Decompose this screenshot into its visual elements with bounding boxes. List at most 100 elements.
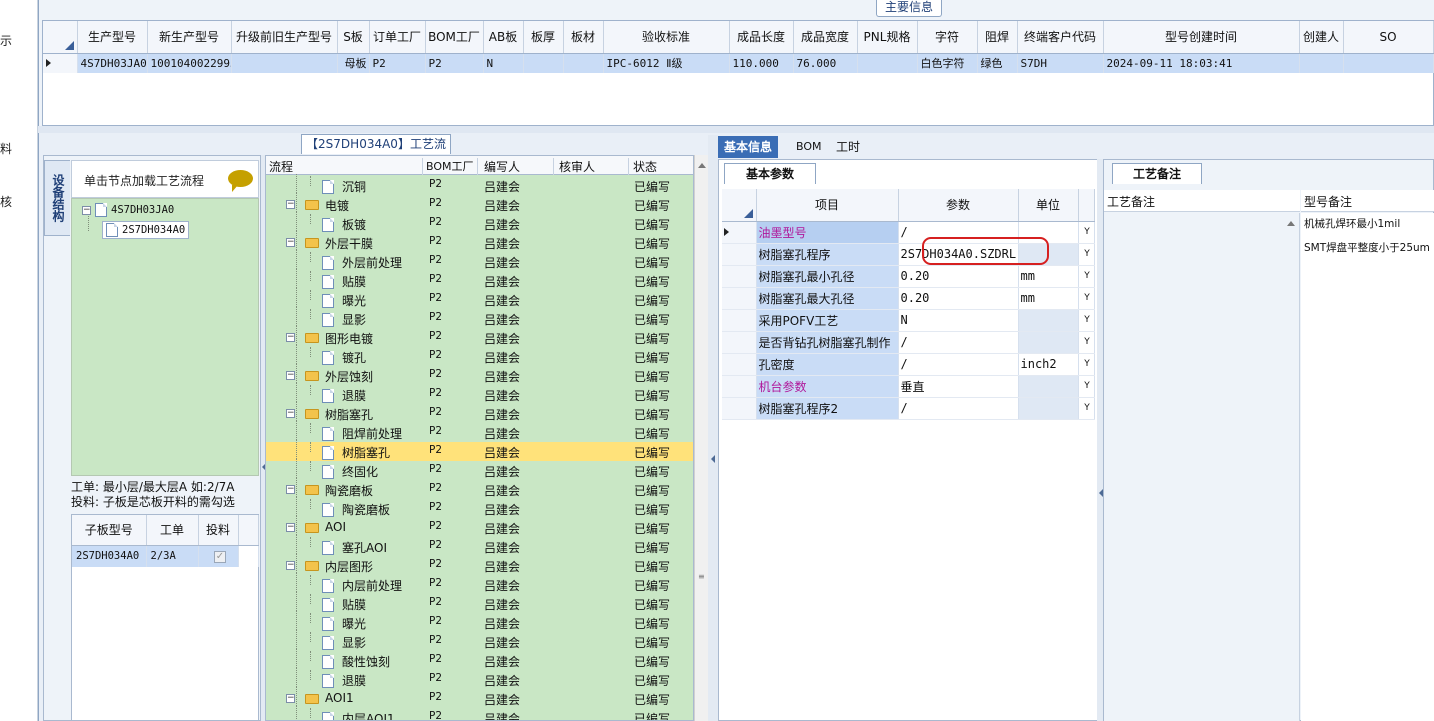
param-value[interactable]: 垂直 [898,375,1019,398]
param-item[interactable]: 孔密度 [756,353,899,376]
param-item[interactable]: 是否背钻孔树脂塞孔制作 [756,331,899,354]
process-row[interactable]: 树脂塞孔 P2 吕建会 已编写 [266,440,693,461]
table-cell[interactable]: IPC-6012 Ⅱ级 [603,53,730,73]
process-row[interactable]: 外层前处理 P2 吕建会 已编写 [266,250,693,271]
param-row[interactable]: 采用POFV工艺 N Y [722,309,1095,332]
col-header[interactable]: 新生产型号 [147,21,232,54]
param-unit[interactable] [1018,331,1079,354]
collapse-icon[interactable]: − [286,561,295,570]
table-cell[interactable]: 白色字符 [917,53,978,73]
col-header[interactable]: 成品宽度 [793,21,858,54]
process-row[interactable]: − 电镀 P2 吕建会 已编写 [266,193,693,214]
scroll-up-icon[interactable] [698,163,706,168]
process-row[interactable]: 曝光 P2 吕建会 已编写 [266,611,693,632]
scroll-grip-icon[interactable]: ≡ [698,573,705,581]
grid-corner[interactable] [722,189,757,222]
process-row[interactable]: 退膜 P2 吕建会 已编写 [266,668,693,689]
collapse-icon[interactable]: − [286,371,295,380]
process-row[interactable]: − AOI P2 吕建会 已编写 [266,516,693,537]
table-row[interactable]: 4S7DH03JA0 10010400229955 母板 P2 P2 N IPC… [43,53,1434,73]
process-row[interactable]: 镀孔 P2 吕建会 已编写 [266,345,693,366]
process-row[interactable]: 贴膜 P2 吕建会 已编写 [266,592,693,613]
col-header[interactable]: 字符 [917,21,978,54]
param-item[interactable]: 树脂塞孔最大孔径 [756,287,899,310]
process-row[interactable]: 酸性蚀刻 P2 吕建会 已编写 [266,649,693,670]
param-item[interactable]: 树脂塞孔程序 [756,243,899,266]
nav-fragment-3[interactable]: 核 [0,193,12,210]
col-header[interactable]: 型号创建时间 [1103,21,1300,54]
process-row[interactable]: 显影 P2 吕建会 已编写 [266,630,693,651]
process-row[interactable]: 阻焊前处理 P2 吕建会 已编写 [266,421,693,442]
process-row[interactable]: 内层AOI1 P2 吕建会 已编写 [266,706,693,720]
process-scrollbar[interactable]: ≡ [694,155,708,721]
nav-fragment-2[interactable]: 料 [0,140,12,157]
col-header[interactable]: 终端客户代码 [1017,21,1104,54]
basic-params-tab[interactable]: 基本参数 [724,163,816,184]
col-header[interactable]: 成品长度 [729,21,794,54]
tab-work-hours[interactable]: 工时 [830,136,866,158]
col-header[interactable]: 创建人 [1299,21,1344,54]
process-row[interactable]: 内层前处理 P2 吕建会 已编写 [266,573,693,594]
process-row[interactable]: 显影 P2 吕建会 已编写 [266,307,693,328]
grid-corner[interactable] [43,21,78,54]
nav-fragment-1[interactable]: 示 [0,32,12,49]
param-unit[interactable]: mm [1018,265,1079,288]
process-row[interactable]: − 外层干膜 P2 吕建会 已编写 [266,231,693,252]
param-value[interactable]: 0.20 [898,265,1019,288]
param-row[interactable]: 树脂塞孔最小孔径 0.20 mm Y [722,265,1095,288]
table-cell[interactable]: P2 [425,53,484,73]
param-item[interactable]: 采用POFV工艺 [756,309,899,332]
col-header[interactable]: BOM工厂 [426,158,478,175]
scroll-up-icon[interactable] [1287,221,1295,226]
collapse-icon[interactable]: − [286,409,295,418]
col-header[interactable]: 项目 [756,189,899,222]
param-unit[interactable] [1018,375,1079,398]
param-value[interactable]: 0.20 [898,287,1019,310]
col-header[interactable]: BOM工厂 [425,21,484,54]
table-cell[interactable]: S7DH [1017,53,1104,73]
param-row[interactable]: 是否背钻孔树脂塞孔制作 / Y [722,331,1095,354]
process-flow-tab[interactable]: 【2S7DH034A0】工艺流程 [301,134,451,170]
model-notes-area[interactable] [1301,213,1434,721]
collapse-icon[interactable]: − [286,694,295,703]
process-notes-area[interactable] [1104,213,1300,721]
table-cell[interactable]: 110.000 [729,53,794,73]
table-cell[interactable] [523,53,564,73]
table-cell[interactable] [231,53,338,73]
col-header[interactable]: 板厚 [523,21,564,54]
param-unit[interactable]: inch2 [1018,353,1079,376]
collapse-icon[interactable]: − [286,333,295,342]
process-row[interactable]: 贴膜 P2 吕建会 已编写 [266,269,693,290]
table-cell[interactable]: 4S7DH03JA0 [77,53,148,73]
table-cell[interactable] [857,53,918,73]
param-row[interactable]: 树脂塞孔程序2/ Y [722,397,1095,420]
process-row[interactable]: 曝光 P2 吕建会 已编写 [266,288,693,309]
col-header[interactable]: 参数 [898,189,1019,222]
process-row[interactable]: − 内层图形 P2 吕建会 已编写 [266,554,693,575]
col-header[interactable]: 生产型号 [77,21,148,54]
tab-basic-info[interactable]: 基本信息 [718,136,779,158]
param-value[interactable]: N [898,309,1019,332]
process-row[interactable]: 陶瓷磨板 P2 吕建会 已编写 [266,497,693,518]
col-header[interactable]: PNL规格 [857,21,918,54]
table-cell[interactable]: 绿色 [977,53,1018,73]
param-item[interactable]: 树脂塞孔程序2 [756,397,899,420]
sub-order-cell[interactable]: 2/3A [146,545,199,567]
equipment-structure-tab[interactable]: 设备结构 [44,160,70,236]
table-cell[interactable] [1299,53,1344,73]
param-item[interactable]: 树脂塞孔最小孔径 [756,265,899,288]
tree-node-root[interactable]: − 4S7DH03JA0 [82,203,174,217]
process-row[interactable]: − AOI1 P2 吕建会 已编写 [266,687,693,708]
process-row[interactable]: − 树脂塞孔 P2 吕建会 已编写 [266,402,693,423]
param-row[interactable]: 树脂塞孔最大孔径 0.20 mm Y [722,287,1095,310]
process-row[interactable]: − 图形电镀 P2 吕建会 已编写 [266,326,693,347]
col-header[interactable]: 子板型号 [72,515,147,546]
param-value[interactable]: / [898,353,1019,376]
table-row[interactable]: 2S7DH034A0 2/3A ✓ [72,545,259,567]
table-cell[interactable]: N [483,53,524,73]
col-header[interactable]: 状态 [633,158,691,175]
col-header[interactable]: 核审人 [559,158,629,175]
collapse-icon[interactable]: − [286,200,295,209]
collapse-icon[interactable]: − [286,485,295,494]
col-header[interactable]: 投料 [198,515,239,546]
